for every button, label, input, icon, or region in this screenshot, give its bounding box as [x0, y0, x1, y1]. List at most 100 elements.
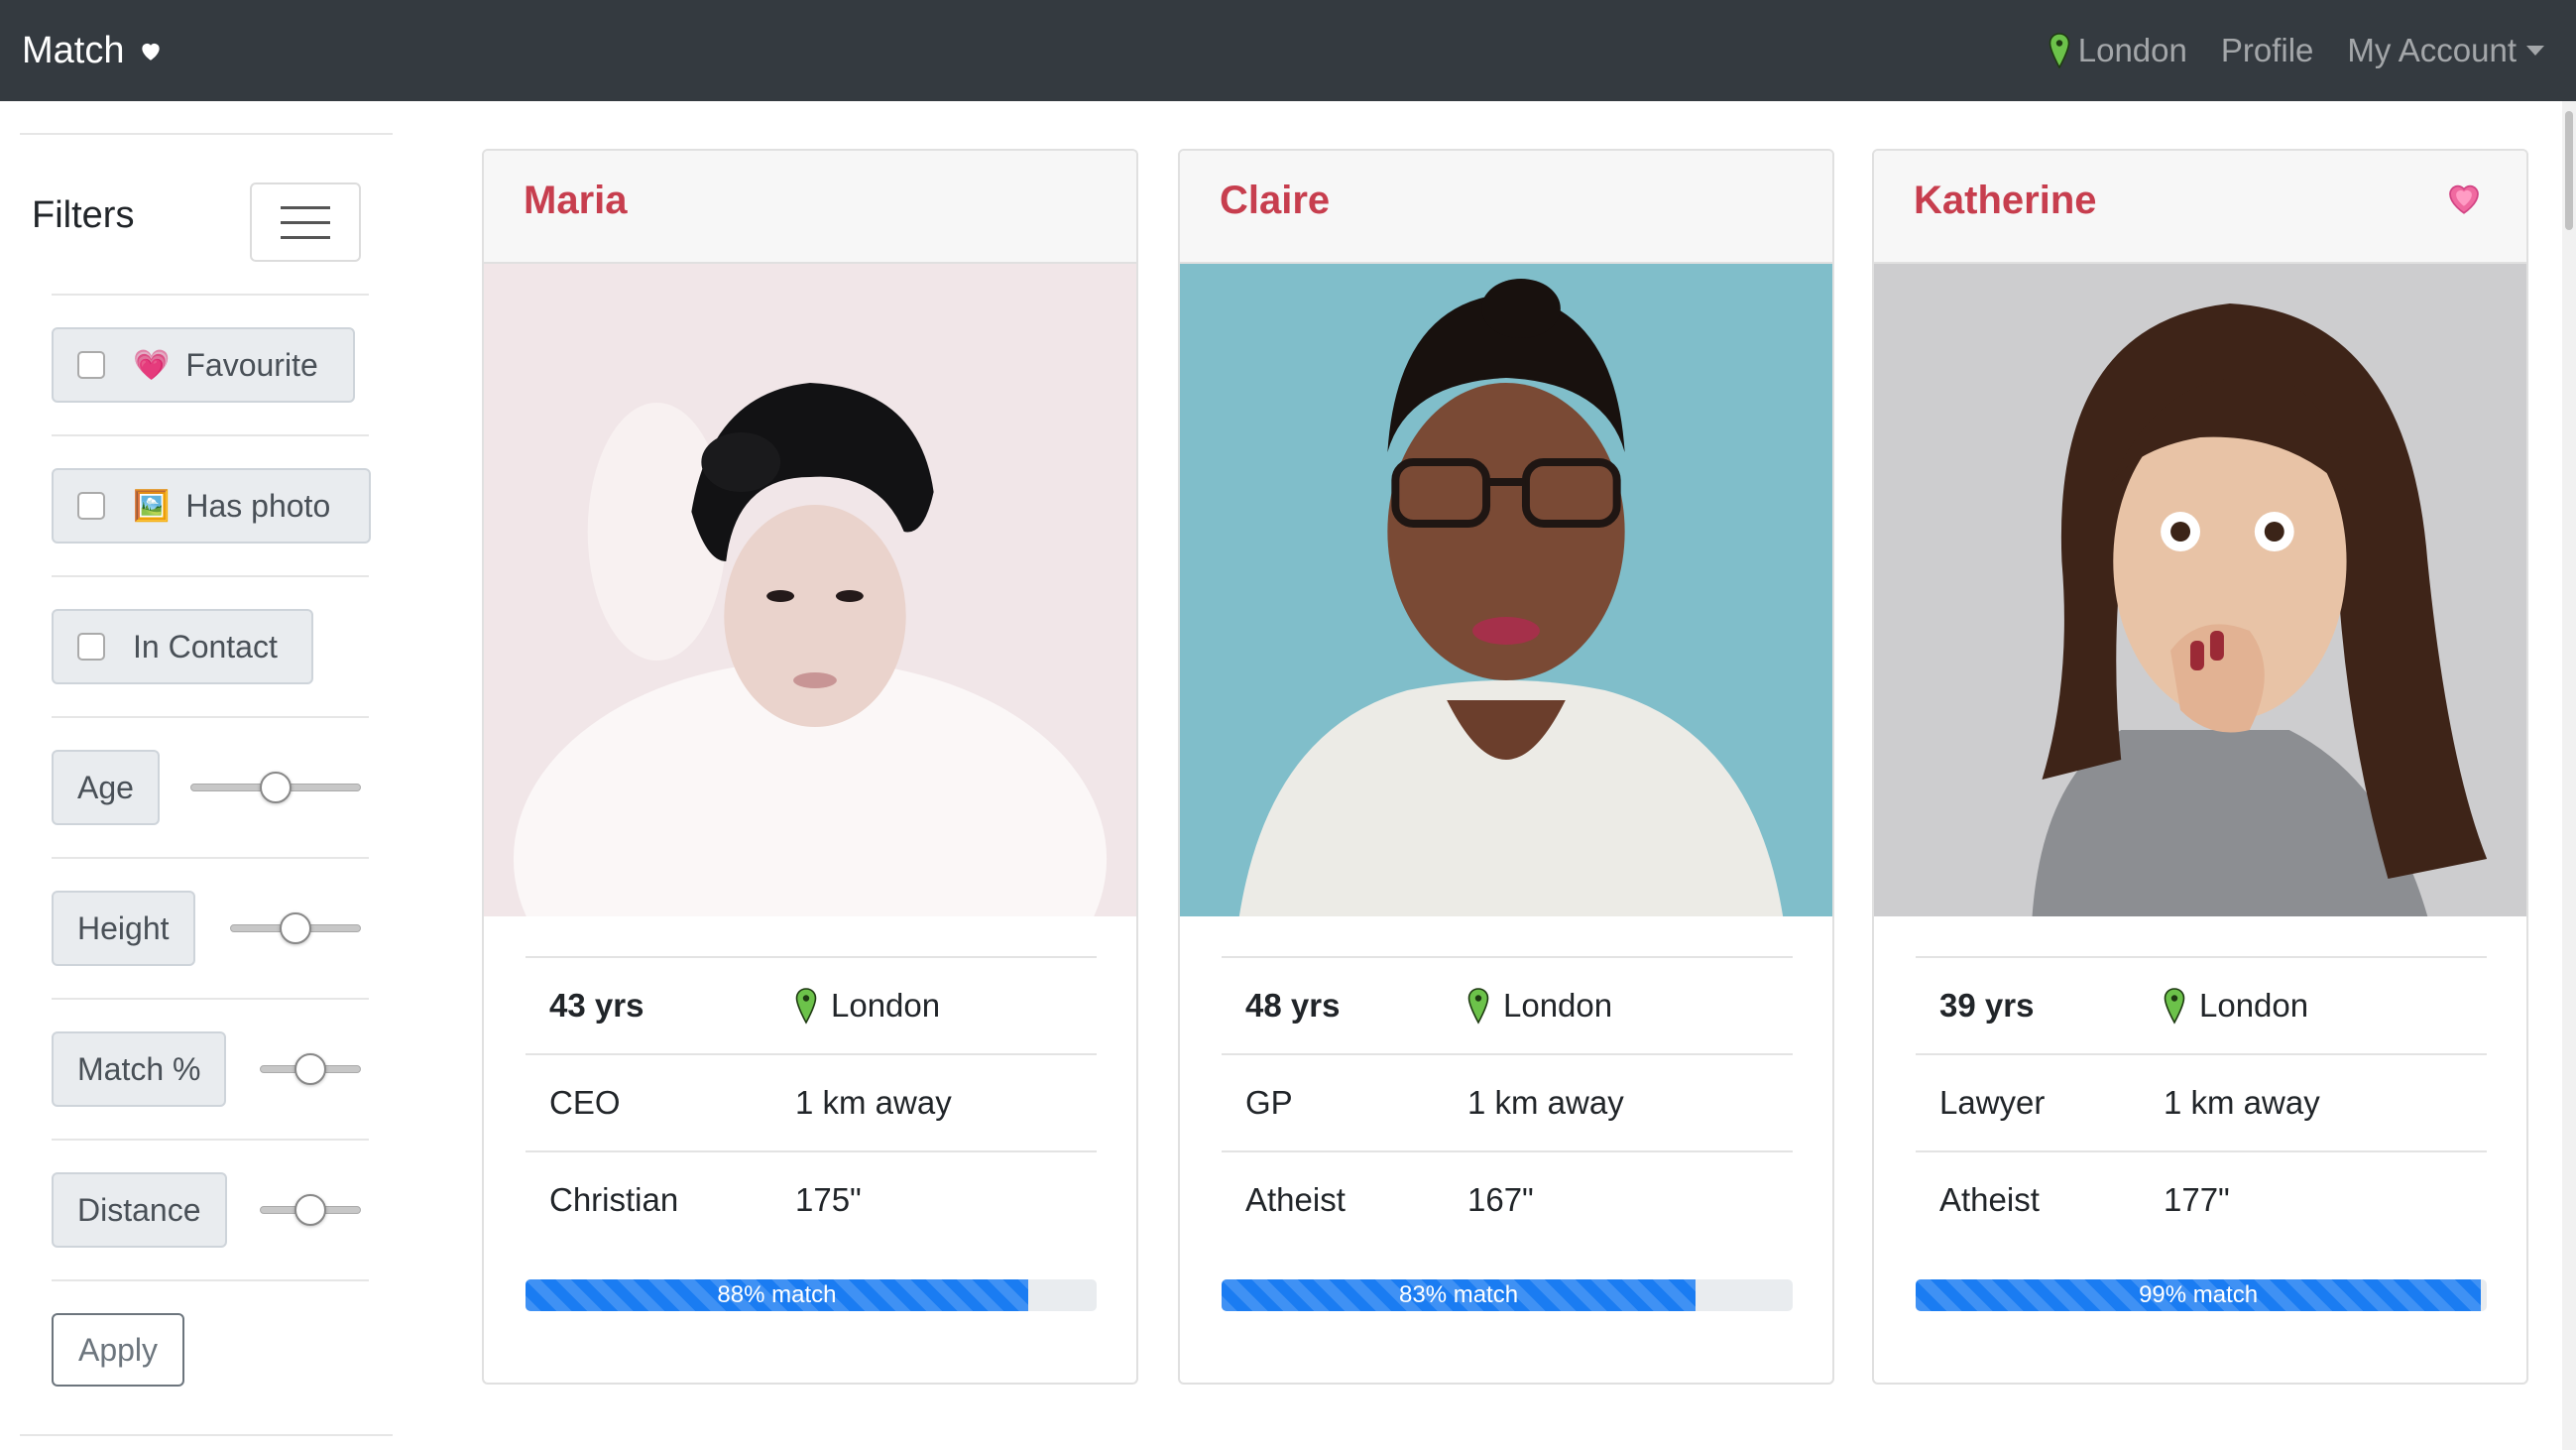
match-percent-slider[interactable] [260, 1053, 361, 1085]
top-navbar: Match London Profile My Account [0, 0, 2576, 101]
profile-job: Lawyer [1939, 1084, 2046, 1121]
match-percent-label: Match % [52, 1031, 227, 1107]
profile-detail-row: Lawyer 1 km away [1916, 1053, 2487, 1150]
profile-photo[interactable] [1874, 264, 2526, 916]
profile-location-label: London [2199, 987, 2309, 1024]
profile-photo[interactable] [484, 264, 1136, 916]
profile-photo-image [1180, 264, 1832, 916]
divider [20, 133, 393, 135]
nav-location[interactable]: London [2049, 32, 2187, 69]
divider [52, 1279, 369, 1281]
caret-down-icon [2526, 46, 2544, 56]
profile-detail-row: 48 yrs London [1222, 956, 1793, 1053]
profile-details: 39 yrs London Lawyer 1 km away Atheist 1… [1916, 956, 2487, 1248]
divider [52, 434, 369, 436]
age-slider-thumb[interactable] [260, 772, 292, 803]
match-progress-bar: 83% match [1222, 1279, 1697, 1311]
nav-links: London Profile My Account [2049, 0, 2544, 101]
age-slider[interactable] [190, 772, 361, 803]
sparkling-heart-icon: 💗 [133, 348, 171, 382]
profile-card[interactable]: Maria 43 yrs London CEO 1 km away Christ… [482, 149, 1138, 1385]
card-header: Claire [1180, 151, 1832, 264]
card-header: Maria [484, 151, 1136, 264]
divider [52, 998, 369, 1000]
profile-detail-row: Atheist 177" [1916, 1150, 2487, 1248]
nav-location-label: London [2077, 32, 2187, 68]
brand-link[interactable]: Match [22, 0, 164, 101]
profile-distance: 1 km away [795, 1084, 952, 1121]
location-pin-icon [795, 988, 817, 1025]
profile-job: GP [1245, 1084, 1293, 1121]
profile-age: 43 yrs [549, 987, 644, 1024]
profile-card[interactable]: Katherine 39 yrs London Lawyer 1 km away… [1872, 149, 2528, 1385]
profile-details: 48 yrs London GP 1 km away Atheist 167" [1222, 956, 1793, 1248]
profile-distance: 1 km away [2164, 1084, 2320, 1121]
profile-photo-image [1874, 264, 2526, 916]
divider [52, 857, 369, 859]
has-photo-label: Has photo [185, 487, 331, 524]
filters-menu-toggle[interactable] [250, 182, 361, 262]
scrollbar-thumb[interactable] [2565, 111, 2573, 230]
nav-my-account-dropdown[interactable]: My Account [2347, 32, 2544, 69]
location-pin-icon [1467, 988, 1489, 1025]
match-progress: 99% match [1916, 1279, 2487, 1311]
match-progress-bar: 88% match [526, 1279, 1028, 1311]
favourite-label: Favourite [185, 346, 318, 383]
profile-name[interactable]: Katherine [1914, 179, 2097, 223]
profile-detail-row: Christian 175" [526, 1150, 1097, 1248]
profile-detail-row: 39 yrs London [1916, 956, 2487, 1053]
favourite-heart-icon[interactable] [2443, 177, 2485, 218]
in-contact-label: In Contact [133, 628, 278, 665]
distance-slider[interactable] [260, 1194, 361, 1226]
has-photo-checkbox[interactable] [77, 492, 105, 520]
framed-picture-icon: 🖼️ [133, 489, 171, 523]
hamburger-line [281, 220, 330, 224]
location-pin-icon [2049, 33, 2070, 68]
divider [52, 716, 369, 718]
divider [52, 575, 369, 577]
profile-job: CEO [549, 1084, 621, 1121]
match-progress: 83% match [1222, 1279, 1793, 1311]
card-header: Katherine [1874, 151, 2526, 264]
nav-my-account-label: My Account [2347, 32, 2517, 68]
brand-title: Match [22, 29, 125, 71]
filters-title: Filters [32, 194, 135, 236]
match-percent-slider-thumb[interactable] [294, 1053, 326, 1085]
profile-location-label: London [1503, 987, 1613, 1024]
height-slider-thumb[interactable] [280, 912, 311, 944]
profile-religion: Atheist [1245, 1181, 1346, 1218]
favourite-checkbox[interactable] [77, 351, 105, 379]
profile-photo[interactable] [1180, 264, 1832, 916]
profile-details: 43 yrs London CEO 1 km away Christian 17… [526, 956, 1097, 1248]
profile-location: London [795, 987, 940, 1025]
profile-religion: Christian [549, 1181, 679, 1218]
distance-slider-thumb[interactable] [294, 1194, 326, 1226]
favourite-filter[interactable]: 💗 Favourite [52, 327, 355, 403]
profile-height: 175" [795, 1181, 862, 1218]
location-pin-icon [2164, 988, 2185, 1025]
match-progress: 88% match [526, 1279, 1097, 1311]
profile-photo-image [484, 264, 1136, 916]
profile-height: 177" [2164, 1181, 2230, 1218]
hamburger-line [281, 235, 330, 239]
hamburger-line [281, 205, 330, 209]
profile-age: 39 yrs [1939, 987, 2035, 1024]
distance-label: Distance [52, 1172, 227, 1248]
nav-profile[interactable]: Profile [2221, 32, 2314, 69]
heart-icon [142, 43, 161, 60]
page-scrollbar[interactable] [2562, 101, 2576, 1450]
apply-button[interactable]: Apply [52, 1313, 184, 1387]
profile-distance: 1 km away [1467, 1084, 1624, 1121]
profile-detail-row: CEO 1 km away [526, 1053, 1097, 1150]
profile-age: 48 yrs [1245, 987, 1341, 1024]
profile-card[interactable]: Claire 48 yrs London GP 1 km away Atheis… [1178, 149, 1834, 1385]
height-slider[interactable] [230, 912, 361, 944]
profile-name[interactable]: Maria [524, 179, 628, 223]
has-photo-filter[interactable]: 🖼️ Has photo [52, 468, 371, 544]
profile-location: London [2164, 987, 2308, 1025]
profile-location-label: London [831, 987, 941, 1024]
profile-name[interactable]: Claire [1220, 179, 1330, 223]
height-label: Height [52, 891, 195, 966]
in-contact-filter[interactable]: In Contact [52, 609, 313, 684]
in-contact-checkbox[interactable] [77, 633, 105, 661]
